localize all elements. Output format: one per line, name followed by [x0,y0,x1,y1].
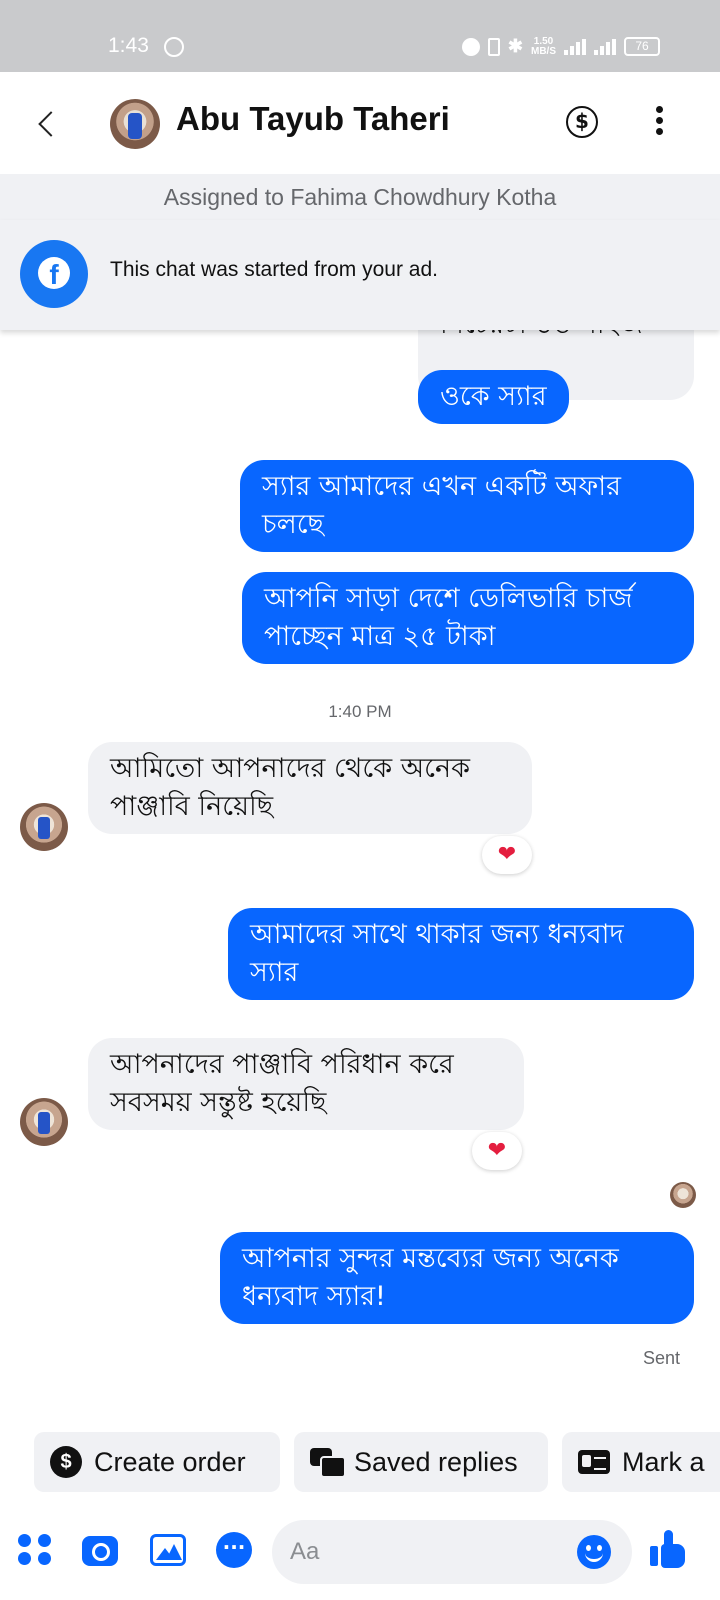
heart-reaction-icon[interactable]: ❤ [472,1132,522,1170]
alarm-icon [461,37,480,56]
avatar[interactable] [20,803,68,851]
battery-icon: 76 [624,37,660,56]
gallery-icon[interactable] [150,1534,186,1566]
message-outgoing[interactable]: আপনি সাড়া দেশে ডেলিভারি চার্জ পাচ্ছেন ম… [242,572,694,664]
create-order-button[interactable]: $ Create order [34,1432,280,1492]
message-incoming[interactable]: আপনাদের পাঞ্জাবি পরিধান করে সবসময় সন্তু… [88,1038,524,1130]
conversation-header: Abu Tayub Taheri $ [0,72,720,174]
back-button[interactable] [36,106,60,140]
emoji-icon[interactable] [577,1535,611,1569]
mark-as-label: Mark a [622,1446,705,1477]
message-outgoing[interactable]: ওকে স্যার [418,370,569,424]
network-speed: 1.50 MB/S [531,35,556,57]
ad-banner: f This chat was started from your ad. [0,220,720,330]
apps-icon[interactable] [18,1532,54,1568]
heart-reaction-icon[interactable]: ❤ [482,836,532,874]
message-timestamp: 1:40 PM [328,702,392,721]
message-incoming[interactable]: আমিতো আপনাদের থেকে অনেক পাঞ্জাবি নিয়েছি [88,742,532,834]
message-outgoing[interactable]: আমাদের সাথে থাকার জন্য ধন্যবাদ স্যার [228,908,694,1000]
sync-icon [164,37,184,57]
status-icons: ✱ 1.50 MB/S 76 [461,35,660,57]
facebook-logo-icon: f [20,240,88,308]
read-receipt-avatar [670,1182,696,1208]
composer [0,1500,720,1600]
camera-icon[interactable] [82,1536,118,1566]
thumbs-up-icon[interactable] [650,1530,686,1568]
contact-name[interactable]: Abu Tayub Taheri [176,100,450,138]
signal-icon [594,38,616,55]
message-outgoing[interactable]: স্যার আমাদের এখন একটি অফার চলছে [240,460,694,552]
message-outgoing[interactable]: আপনার সুন্দর মন্তব্যের জন্য অনেক ধন্যবাদ… [220,1232,694,1324]
saved-replies-button[interactable]: Saved replies [294,1432,548,1492]
vibrate-icon [487,37,500,56]
mark-as-button[interactable]: Mark a [562,1432,720,1492]
assigned-banner: Assigned to Fahima Chowdhury Kotha [0,174,720,220]
chat-bubble-icon[interactable] [216,1532,252,1568]
quick-actions: $ Create order Saved replies Mark a [0,1428,720,1498]
saved-replies-icon [310,1446,346,1478]
payment-button[interactable]: $ [566,106,598,138]
saved-replies-label: Saved replies [354,1446,518,1477]
ad-banner-text: This chat was started from your ad. [110,258,438,281]
status-time: 1:43 [108,34,149,57]
avatar[interactable] [110,99,160,149]
message-input-wrapper[interactable] [272,1520,632,1584]
create-order-label: Create order [94,1446,246,1477]
dollar-icon: $ [50,1446,82,1478]
bluetooth-icon: ✱ [507,36,523,56]
message-input[interactable] [290,1534,560,1570]
avatar[interactable] [20,1098,68,1146]
more-options-icon[interactable] [656,106,664,136]
message-list[interactable]: নিচেরটা ৪৬ সাইজ ওকে স্যার স্যার আমাদের এ… [0,330,720,1420]
status-bar: 1:43 ✱ 1.50 MB/S 76 [0,0,720,72]
message-status: Sent [642,1348,680,1368]
contact-card-icon [578,1450,610,1474]
signal-icon [564,38,586,55]
